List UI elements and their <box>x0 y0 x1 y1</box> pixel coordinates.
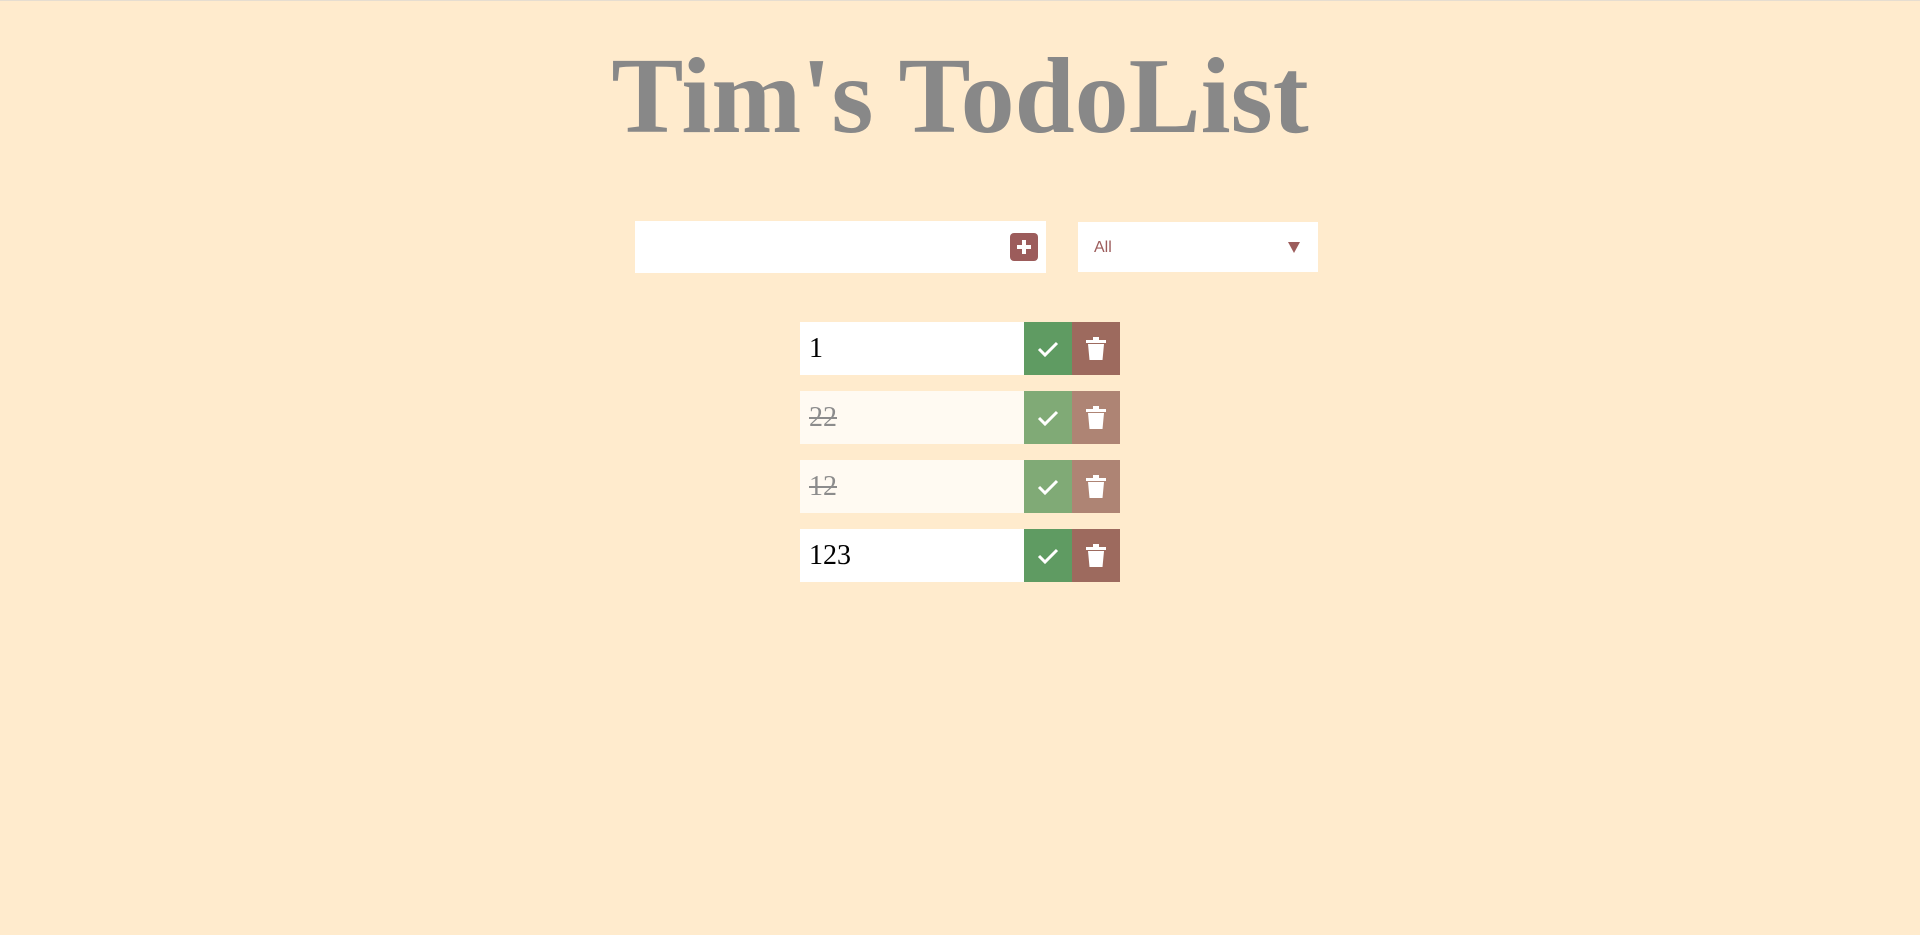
delete-button[interactable] <box>1072 322 1120 375</box>
add-todo-button[interactable] <box>1010 233 1038 261</box>
delete-button[interactable] <box>1072 391 1120 444</box>
todo-list: 1 22 12 123 <box>800 322 1120 598</box>
trash-icon <box>1086 405 1106 429</box>
todo-item: 1 <box>800 322 1120 375</box>
complete-button[interactable] <box>1024 460 1072 513</box>
check-icon <box>1037 341 1059 357</box>
todo-input[interactable] <box>635 221 995 273</box>
check-icon <box>1037 410 1059 426</box>
page-title: Tim's TodoList <box>611 37 1309 156</box>
trash-icon <box>1086 336 1106 360</box>
filter-select[interactable]: All <box>1078 222 1318 272</box>
delete-button[interactable] <box>1072 529 1120 582</box>
todo-form <box>635 221 1046 273</box>
complete-button[interactable] <box>1024 322 1072 375</box>
trash-icon <box>1086 543 1106 567</box>
plus-icon <box>1017 240 1031 254</box>
delete-button[interactable] <box>1072 460 1120 513</box>
todo-item: 22 <box>800 391 1120 444</box>
todo-text: 22 <box>809 402 837 433</box>
check-icon <box>1037 479 1059 495</box>
chevron-down-icon <box>1288 242 1300 253</box>
todo-text: 12 <box>809 471 837 502</box>
todo-text: 123 <box>809 540 851 571</box>
todo-text: 1 <box>809 333 823 364</box>
check-icon <box>1037 548 1059 564</box>
complete-button[interactable] <box>1024 529 1072 582</box>
todo-item: 12 <box>800 460 1120 513</box>
complete-button[interactable] <box>1024 391 1072 444</box>
filter-selected-value: All <box>1094 239 1112 256</box>
todo-item: 123 <box>800 529 1120 582</box>
trash-icon <box>1086 474 1106 498</box>
